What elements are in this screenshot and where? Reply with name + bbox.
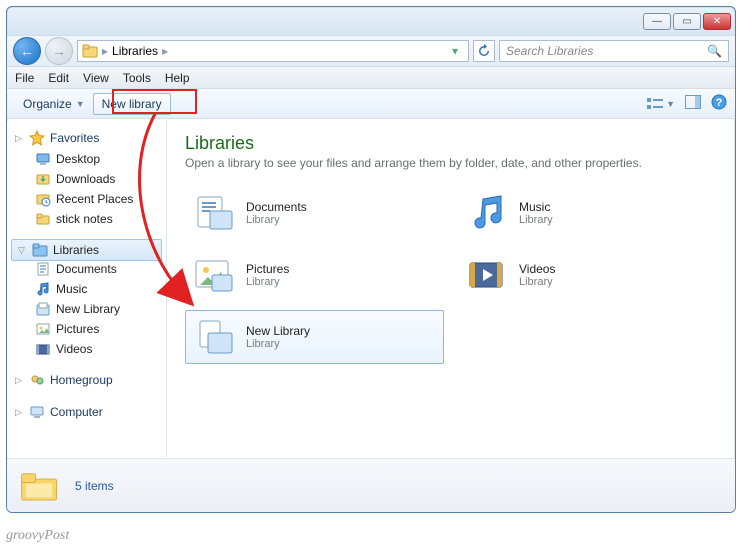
library-item[interactable]: PicturesLibrary xyxy=(185,248,444,302)
maximize-button[interactable]: ▭ xyxy=(673,13,701,30)
sidebar-item[interactable]: Desktop xyxy=(9,149,164,169)
menu-bar: File Edit View Tools Help xyxy=(7,67,735,89)
sidebar-item[interactable]: Downloads xyxy=(9,169,164,189)
chevron-down-icon: ▼ xyxy=(76,99,85,109)
menu-file[interactable]: File xyxy=(15,71,34,85)
menu-help[interactable]: Help xyxy=(165,71,190,85)
organize-button[interactable]: Organize ▼ xyxy=(15,94,93,114)
view-options-button[interactable]: ▼ xyxy=(647,97,675,111)
libraries-icon xyxy=(82,43,98,59)
explorer-window: — ▭ ✕ ← → ▸ Libraries ▸ ▾ Search Librari… xyxy=(6,6,736,513)
expand-icon: ▷ xyxy=(15,375,24,386)
sidebar-item[interactable]: New Library xyxy=(9,299,164,319)
sidebar-group-libraries[interactable]: ▽ Libraries xyxy=(11,239,162,261)
recent-icon xyxy=(35,191,51,207)
libraries-icon xyxy=(32,242,48,258)
content-pane: Libraries Open a library to see your fil… xyxy=(167,121,735,457)
address-dropdown-icon[interactable]: ▾ xyxy=(446,44,464,58)
vid-icon xyxy=(465,255,509,295)
navigation-pane[interactable]: ▷ Favorites DesktopDownloadsRecent Place… xyxy=(7,121,167,457)
library-item[interactable]: VideosLibrary xyxy=(458,248,717,302)
sidebar-item[interactable]: Recent Places xyxy=(9,189,164,209)
pic-icon xyxy=(192,255,236,295)
refresh-icon xyxy=(477,44,491,58)
preview-pane-button[interactable] xyxy=(685,95,701,112)
svg-text:?: ? xyxy=(716,97,723,109)
views-icon xyxy=(647,97,663,111)
library-item[interactable]: New LibraryLibrary xyxy=(185,310,444,364)
search-input[interactable]: Search Libraries 🔍 xyxy=(499,40,729,62)
back-button[interactable]: ← xyxy=(13,37,41,65)
breadcrumb-separator-icon: ▸ xyxy=(162,44,168,58)
sidebar-group-computer[interactable]: ▷ Computer xyxy=(9,401,164,423)
page-subtitle: Open a library to see your files and arr… xyxy=(185,156,717,170)
navigation-bar: ← → ▸ Libraries ▸ ▾ Search Libraries 🔍 xyxy=(7,35,735,67)
new-library-button[interactable]: New library xyxy=(93,93,171,115)
breadcrumb-segment[interactable]: Libraries xyxy=(112,44,158,58)
sidebar-group-favorites[interactable]: ▷ Favorites xyxy=(9,127,164,149)
sidebar-item[interactable]: Documents xyxy=(9,259,164,279)
download-icon xyxy=(35,171,51,187)
computer-icon xyxy=(29,404,45,420)
search-icon: 🔍 xyxy=(707,44,722,58)
homegroup-icon xyxy=(29,372,45,388)
sidebar-item[interactable]: Music xyxy=(9,279,164,299)
expand-icon: ▷ xyxy=(15,133,24,144)
menu-edit[interactable]: Edit xyxy=(48,71,69,85)
command-bar: Organize ▼ New library ▼ ? xyxy=(7,89,735,119)
close-button[interactable]: ✕ xyxy=(703,13,731,30)
chevron-down-icon: ▼ xyxy=(666,99,675,109)
titlebar: — ▭ ✕ xyxy=(7,7,735,35)
menu-view[interactable]: View xyxy=(83,71,109,85)
forward-button[interactable]: → xyxy=(45,37,73,65)
menu-tools[interactable]: Tools xyxy=(123,71,151,85)
sidebar-group-homegroup[interactable]: ▷ Homegroup xyxy=(9,369,164,391)
help-icon: ? xyxy=(711,94,727,110)
doc-icon xyxy=(192,193,236,233)
sidebar-item[interactable]: Pictures xyxy=(9,319,164,339)
library-item[interactable]: DocumentsLibrary xyxy=(185,186,444,240)
minimize-button[interactable]: — xyxy=(643,13,671,30)
refresh-button[interactable] xyxy=(473,40,495,62)
breadcrumb-separator-icon: ▸ xyxy=(102,44,108,58)
collapse-icon: ▽ xyxy=(18,245,27,256)
search-placeholder: Search Libraries xyxy=(506,44,593,58)
libraries-icon xyxy=(19,467,61,505)
vid-icon xyxy=(35,341,51,357)
item-count: 5 items xyxy=(75,479,114,493)
doc-icon xyxy=(35,261,51,277)
address-bar[interactable]: ▸ Libraries ▸ ▾ xyxy=(77,40,469,62)
music-icon xyxy=(35,281,51,297)
newlib-icon xyxy=(35,301,51,317)
expand-icon: ▷ xyxy=(15,407,24,418)
sidebar-item[interactable]: Videos xyxy=(9,339,164,359)
sidebar-item[interactable]: stick notes xyxy=(9,209,164,229)
newlib-icon xyxy=(192,317,236,357)
attribution-watermark: groovyPost xyxy=(6,528,69,544)
folder-icon xyxy=(35,211,51,227)
star-icon xyxy=(29,130,45,146)
details-pane: 5 items xyxy=(7,458,735,512)
help-button[interactable]: ? xyxy=(711,94,727,113)
desktop-icon xyxy=(35,151,51,167)
music-icon xyxy=(465,193,509,233)
preview-pane-icon xyxy=(685,95,701,109)
page-title: Libraries xyxy=(185,133,717,154)
pic-icon xyxy=(35,321,51,337)
library-item[interactable]: MusicLibrary xyxy=(458,186,717,240)
